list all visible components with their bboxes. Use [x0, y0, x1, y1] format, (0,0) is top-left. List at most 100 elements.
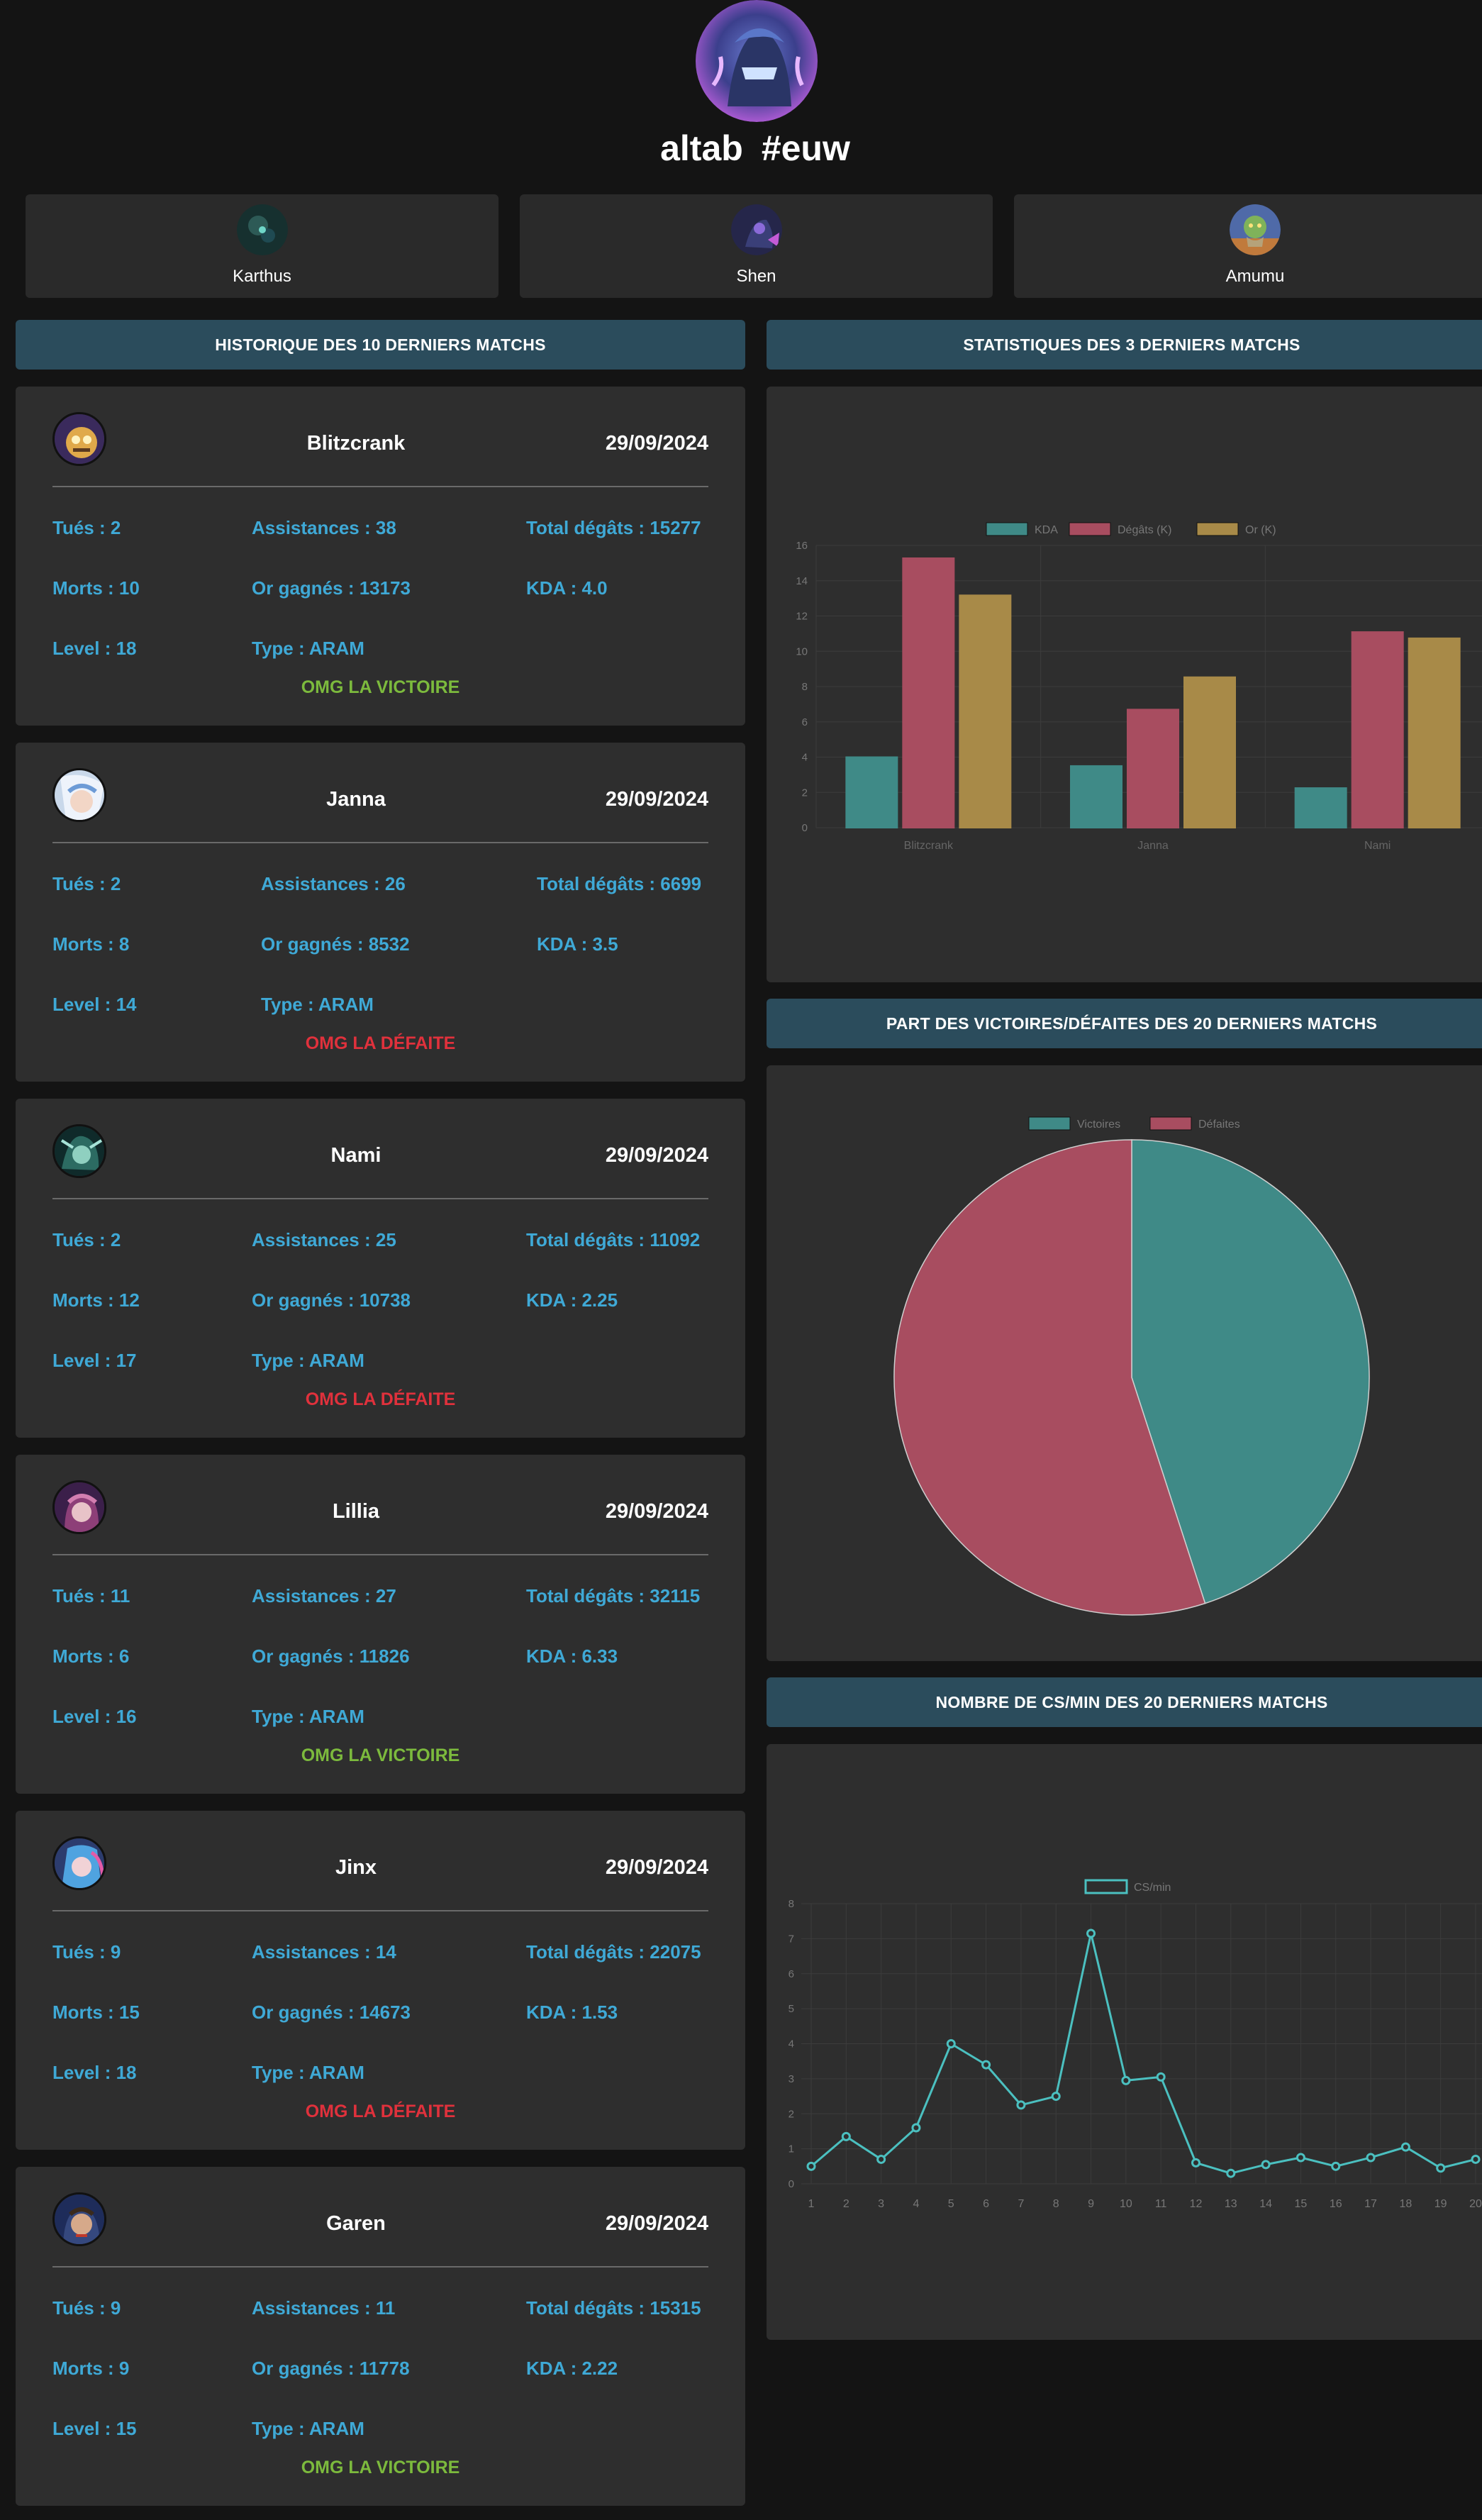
stat-type: Type : ARAM — [252, 638, 364, 659]
stat-deaths: Morts : 12 — [52, 1289, 140, 1311]
amumu-icon — [1230, 204, 1281, 255]
match-card[interactable]: Nami 29/09/2024 Tués : 2 Assistances : 2… — [16, 1099, 745, 1438]
legend-label: KDA — [1035, 524, 1058, 536]
stat-assists: Assistances : 26 — [261, 873, 406, 894]
match-card[interactable]: Garen 29/09/2024 Tués : 9 Assistances : … — [16, 2167, 745, 2506]
champion-card-amumu[interactable]: Amumu — [1014, 194, 1482, 298]
data-point — [1226, 2168, 1236, 2178]
bar — [1070, 765, 1122, 828]
y-tick-label: 1 — [789, 2143, 794, 2155]
bar — [1351, 631, 1404, 828]
legend-swatch — [1084, 1879, 1128, 1894]
champion-name: Karthus — [233, 267, 291, 286]
champion-card-karthus[interactable]: Karthus — [26, 194, 498, 298]
stats-header: STATISTIQUES DES 3 DERNIERS MATCHS — [767, 320, 1482, 370]
match-result: OMG LA VICTOIRE — [301, 1745, 460, 1765]
match-champion: Garen — [326, 2212, 386, 2235]
summoner-avatar — [692, 0, 821, 122]
stat-deaths: Morts : 8 — [52, 933, 130, 955]
y-tick-label: 10 — [796, 645, 808, 657]
y-tick-label: 0 — [789, 2178, 794, 2190]
data-point — [1156, 2072, 1166, 2082]
champion-name: Shen — [736, 267, 776, 286]
stat-deaths: Morts : 10 — [52, 577, 140, 599]
x-tick-label: 6 — [983, 2198, 989, 2210]
bar — [1127, 709, 1179, 828]
data-point — [981, 2060, 991, 2070]
stat-assists: Assistances : 25 — [252, 1229, 396, 1250]
x-tick-label: 12 — [1190, 2198, 1203, 2210]
y-tick-label: 3 — [789, 2073, 794, 2085]
x-tick-label: 3 — [878, 2198, 884, 2210]
stat-damage: Total dégâts : 22075 — [526, 1941, 701, 1963]
x-tick-label: Janna — [1137, 840, 1169, 852]
stat-kills: Tués : 9 — [52, 1941, 121, 1963]
stat-damage: Total dégâts : 15315 — [526, 2297, 701, 2319]
stat-damage: Total dégâts : 11092 — [526, 1229, 701, 1250]
y-tick-label: 8 — [802, 681, 808, 693]
match-champion: Jinx — [335, 1856, 377, 1879]
match-card[interactable]: Blitzcrank 29/09/2024 Tués : 2 Assistanc… — [16, 387, 745, 726]
x-tick-label: Blitzcrank — [904, 840, 954, 852]
match-result: OMG LA VICTOIRE — [301, 2458, 460, 2477]
y-tick-label: 2 — [789, 2108, 794, 2120]
stat-assists: Assistances : 38 — [252, 517, 396, 538]
stat-kills: Tués : 2 — [52, 1229, 121, 1250]
stat-gold: Or gagnés : 11778 — [252, 2358, 410, 2379]
stat-assists: Assistances : 27 — [252, 1585, 396, 1606]
y-tick-label: 7 — [789, 1933, 794, 1945]
stat-deaths: Morts : 6 — [52, 1645, 130, 1667]
stat-gold: Or gagnés : 8532 — [261, 933, 410, 955]
match-result: OMG LA DÉFAITE — [305, 1033, 456, 1053]
stat-type: Type : ARAM — [261, 994, 374, 1015]
legend-label: Or (K) — [1245, 524, 1276, 536]
champion-card-shen[interactable]: Shen — [520, 194, 993, 298]
data-point — [1296, 2153, 1305, 2163]
divider — [52, 2266, 708, 2268]
y-tick-label: 12 — [796, 611, 808, 623]
stats-bar-chart: 0 2 4 6 8 10 12 14 16 Blitzcrank Janna Nami KDA Dégât… — [796, 522, 1482, 852]
data-point — [946, 2039, 956, 2048]
x-tick-label: 7 — [1018, 2198, 1024, 2210]
stat-kda: KDA : 1.53 — [526, 2002, 618, 2023]
x-tick-label: 13 — [1225, 2198, 1237, 2210]
stat-kills: Tués : 2 — [52, 873, 121, 894]
stat-level: Level : 18 — [52, 2062, 137, 2083]
legend-swatch — [1149, 1116, 1192, 1131]
stat-kda: KDA : 2.22 — [526, 2358, 618, 2379]
x-tick-label: 10 — [1120, 2198, 1132, 2210]
stat-damage: Total dégâts : 32115 — [526, 1585, 701, 1606]
history-header: HISTORIQUE DES 10 DERNIERS MATCHS — [16, 320, 745, 370]
stat-kills: Tués : 9 — [52, 2297, 121, 2319]
x-tick-label: 17 — [1364, 2198, 1377, 2210]
legend-label: CS/min — [1134, 1882, 1171, 1894]
cs-line-chart: 0123456781 2 3 4 5 6 7 8 9 10 11 12 13 14 15 16 17 18 19 20… — [789, 1879, 1482, 2210]
data-point — [1471, 2154, 1481, 2164]
match-date: 29/09/2024 — [605, 1500, 708, 1523]
stat-kills: Tués : 2 — [52, 517, 121, 538]
divider — [52, 486, 708, 487]
y-tick-label: 0 — [802, 822, 808, 834]
stat-level: Level : 18 — [52, 638, 137, 659]
bar — [845, 756, 898, 828]
stat-type: Type : ARAM — [252, 2418, 364, 2439]
match-champion: Blitzcrank — [306, 432, 406, 455]
data-point — [1086, 1928, 1096, 1938]
stat-damage: Total dégâts : 15277 — [526, 517, 701, 538]
divider — [52, 1198, 708, 1199]
x-tick-label: 11 — [1155, 2198, 1167, 2210]
match-card[interactable]: Janna 29/09/2024 Tués : 2 Assistances : … — [16, 743, 745, 1082]
winloss-header: PART DES VICTOIRES/DÉFAITES DES 20 DERNI… — [767, 999, 1482, 1048]
stat-level: Level : 15 — [52, 2418, 137, 2439]
match-champion: Janna — [326, 788, 386, 811]
data-point — [911, 2123, 921, 2133]
stat-gold: Or gagnés : 14673 — [252, 2002, 411, 2023]
data-point — [1400, 2142, 1410, 2152]
match-card[interactable]: Lillia 29/09/2024 Tués : 11 Assistances … — [16, 1455, 745, 1794]
shen-icon — [730, 204, 782, 255]
x-tick-label: 5 — [948, 2198, 954, 2210]
divider — [52, 842, 708, 843]
match-card[interactable]: Jinx 29/09/2024 Tués : 9 Assistances : 1… — [16, 1811, 745, 2150]
y-tick-label: 14 — [796, 575, 808, 587]
bar — [959, 594, 1012, 828]
